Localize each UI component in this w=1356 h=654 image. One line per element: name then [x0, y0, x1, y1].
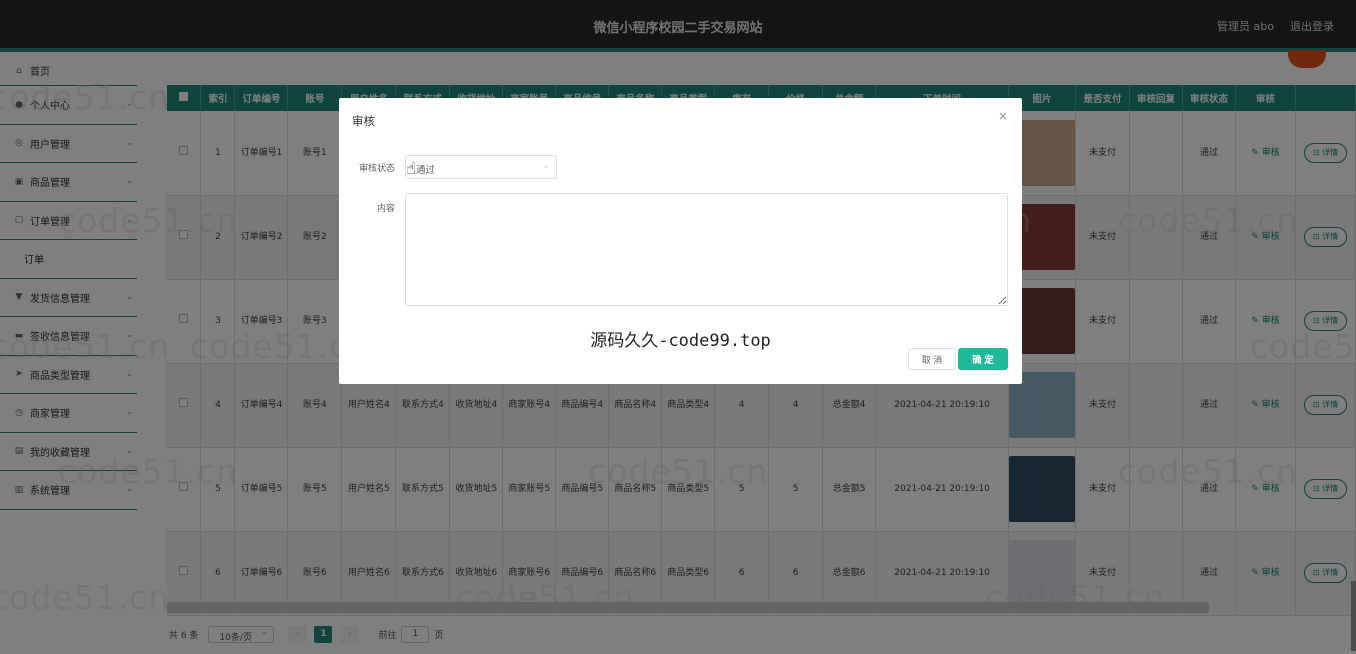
audit-status-label: 审核状态	[359, 164, 396, 174]
audit-status-select[interactable]: 通过 ⌄	[405, 155, 557, 179]
hand-pointer-icon: ☝	[406, 159, 417, 179]
confirm-button[interactable]: 确 定	[958, 348, 1008, 370]
chevron-down-icon: ⌄	[542, 161, 550, 171]
audit-status-value: 通过	[416, 165, 436, 176]
content-textarea[interactable]	[405, 193, 1008, 306]
dialog-title: 审核	[352, 114, 375, 128]
content-label: 内容	[377, 204, 396, 214]
audit-dialog: 审核 × 审核状态 通过 ⌄ ☝ 内容 源码久久-code99.top 取 消 …	[339, 98, 1022, 384]
close-icon[interactable]: ×	[998, 109, 1008, 123]
cancel-button[interactable]: 取 消	[908, 348, 956, 370]
